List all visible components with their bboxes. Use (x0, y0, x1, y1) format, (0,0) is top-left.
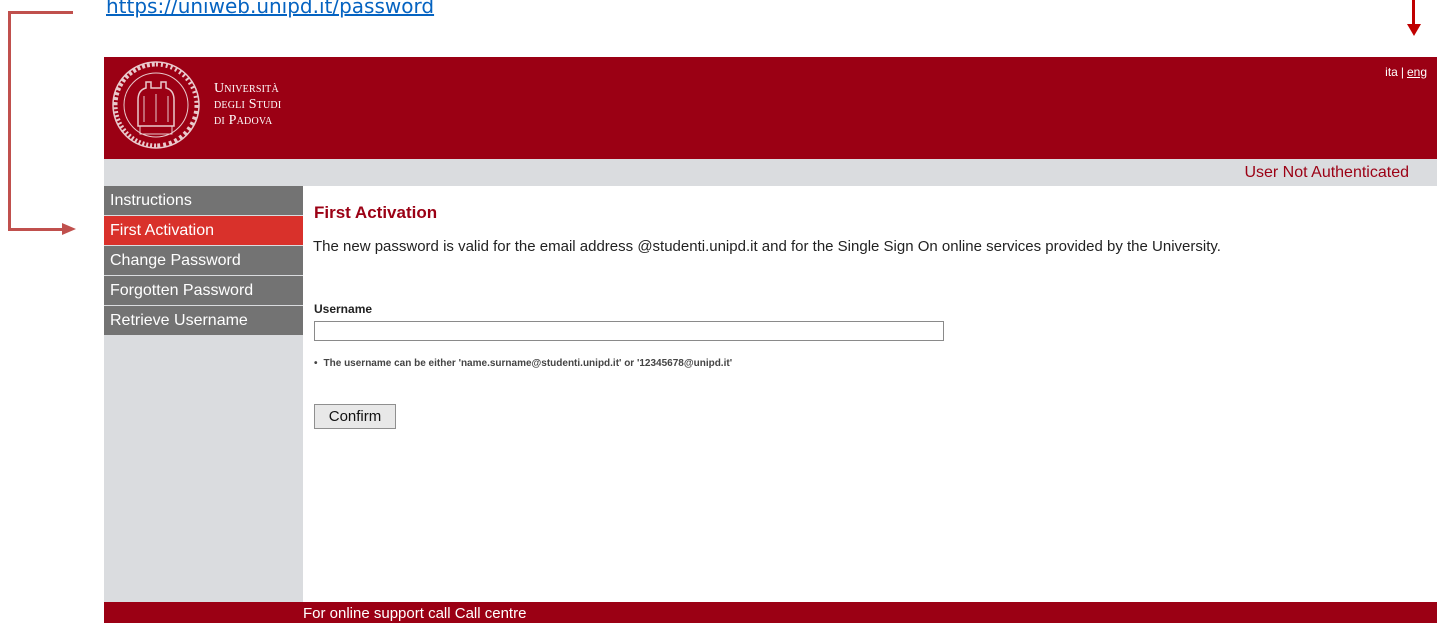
uniweb-page: Università degli Studi di Padova ita | eng… (104, 57, 1437, 623)
sidebar-item-retrieve-username[interactable]: Retrieve Username (104, 306, 303, 335)
page-title: First Activation (314, 203, 438, 222)
sidebar-item-change-password[interactable]: Change Password (104, 246, 303, 275)
username-hint: • The username can be either 'name.surnam… (314, 358, 732, 369)
lang-ita-link[interactable]: ita (1385, 65, 1398, 79)
language-switcher: ita | eng (1385, 65, 1427, 79)
url-link[interactable]: https://uniweb.unipd.it/password (106, 0, 434, 18)
username-input[interactable] (314, 321, 944, 341)
annotation-line-top (8, 11, 73, 14)
confirm-button[interactable]: Confirm (314, 404, 396, 429)
annotation-line-bottom (8, 228, 64, 231)
page-description: The new password is valid for the email … (313, 238, 1221, 255)
main-content: First Activation The new password is val… (303, 186, 1437, 602)
annotation-line-right (1412, 0, 1415, 25)
annotation-arrow-down-icon (1407, 24, 1421, 36)
university-name-line2: degli Studi (214, 97, 282, 112)
footer-support-text: For online support call Call centre (303, 605, 527, 622)
sidebar-item-first-activation[interactable]: First Activation (104, 216, 303, 245)
auth-status-text: User Not Authenticated (1244, 164, 1409, 181)
hint-bullet: • (314, 358, 318, 369)
header: Università degli Studi di Padova ita | eng (104, 57, 1437, 159)
sidebar-item-forgotten-password[interactable]: Forgotten Password (104, 276, 303, 305)
sidebar: Instructions First Activation Change Pas… (104, 186, 303, 602)
annotation-arrow-right-icon (62, 223, 76, 235)
hint-text: The username can be either 'name.surname… (323, 358, 733, 369)
university-seal-icon (112, 61, 200, 149)
lang-separator: | (1400, 65, 1404, 79)
footer: For online support call Call centre (104, 602, 1437, 623)
lang-eng-link[interactable]: eng (1407, 65, 1427, 79)
sidebar-item-instructions[interactable]: Instructions (104, 186, 303, 215)
annotation-line-vertical (8, 11, 11, 230)
username-label: Username (314, 302, 373, 316)
university-name: Università degli Studi di Padova (214, 81, 281, 129)
university-name-line1: Università (214, 81, 279, 96)
status-bar: User Not Authenticated (104, 159, 1437, 186)
university-name-line3: di Padova (214, 113, 273, 128)
